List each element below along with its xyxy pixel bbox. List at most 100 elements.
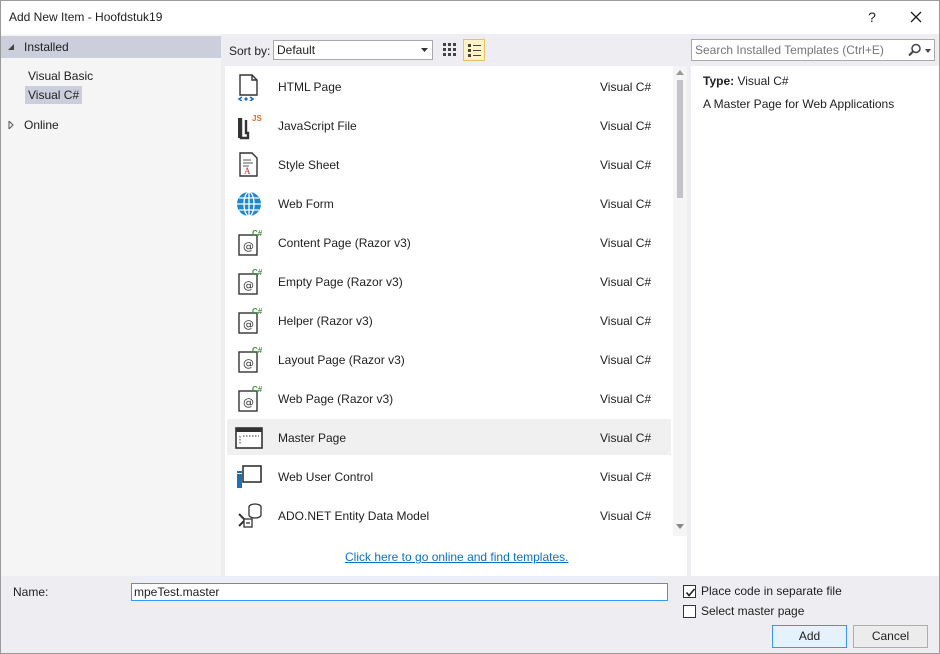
razor-page-icon: @ C#	[235, 307, 263, 335]
template-list-item[interactable]: Web User Control Visual C#	[227, 458, 671, 494]
svg-text:@: @	[243, 318, 254, 331]
tree-item-label: Online	[24, 118, 59, 132]
sort-value: Default	[277, 43, 316, 57]
tree-item-installed[interactable]: Installed	[1, 36, 221, 58]
find-templates-online-link[interactable]: Click here to go online and find templat…	[345, 550, 568, 564]
add-button[interactable]: Add	[772, 625, 847, 648]
place-code-checkbox[interactable]	[683, 585, 696, 598]
razor-page-icon: @ C#	[235, 268, 263, 296]
list-view-icon	[468, 44, 481, 57]
svg-text:@: @	[243, 279, 254, 292]
template-name: Content Page (Razor v3)	[278, 236, 411, 250]
javascript-file-icon: JS	[235, 112, 263, 140]
tree-item-visual-basic[interactable]: Visual Basic	[25, 67, 96, 85]
template-name: Layout Page (Razor v3)	[278, 353, 405, 367]
template-list-item[interactable]: @ C# Content Page (Razor v3) Visual C#	[227, 224, 671, 260]
style-sheet-icon: A	[235, 151, 263, 179]
template-category-tree: Installed Visual Basic Visual C# Online	[1, 34, 221, 576]
svg-text:C#: C#	[252, 346, 263, 355]
tree-item-visual-csharp[interactable]: Visual C#	[25, 86, 83, 104]
template-language: Visual C#	[600, 392, 652, 406]
vertical-scrollbar[interactable]	[673, 66, 687, 536]
template-name: HTML Page	[278, 80, 342, 94]
search-icon[interactable]	[908, 43, 922, 57]
cancel-button[interactable]: Cancel	[853, 625, 928, 648]
user-control-icon	[235, 463, 263, 491]
template-language: Visual C#	[600, 509, 652, 523]
template-language: Visual C#	[600, 431, 652, 445]
template-language: Visual C#	[600, 119, 652, 133]
template-name: ADO.NET Entity Data Model	[278, 509, 430, 523]
razor-page-icon: @ C#	[235, 385, 263, 413]
add-new-item-dialog: Add New Item - Hoofdstuk19 ? Installed V…	[0, 0, 940, 654]
sort-toolbar: Sort by: Default	[221, 34, 686, 66]
svg-text:C#: C#	[252, 307, 263, 316]
place-code-label[interactable]: Place code in separate file	[701, 584, 842, 598]
entity-model-icon	[235, 502, 263, 530]
svg-text:C#: C#	[252, 268, 263, 277]
window-title: Add New Item - Hoofdstuk19	[9, 10, 163, 24]
collapsed-arrow-icon[interactable]	[7, 114, 17, 136]
sort-dropdown[interactable]: Default	[273, 40, 433, 60]
online-link-area: Click here to go online and find templat…	[225, 536, 687, 576]
template-list-item[interactable]: @ C# Web Page (Razor v3) Visual C#	[227, 380, 671, 416]
select-master-label[interactable]: Select master page	[701, 604, 804, 618]
template-list-item[interactable]: @ C# Layout Page (Razor v3) Visual C#	[227, 341, 671, 377]
expanded-arrow-icon[interactable]	[7, 36, 17, 58]
tree-item-label: Installed	[24, 40, 69, 54]
close-button[interactable]	[901, 5, 931, 29]
template-language: Visual C#	[600, 275, 652, 289]
template-language: Visual C#	[600, 197, 652, 211]
template-list-item[interactable]: @ C# Helper (Razor v3) Visual C#	[227, 302, 671, 338]
search-input[interactable]	[695, 42, 900, 58]
small-icons-view-button[interactable]	[439, 39, 461, 61]
template-name: Web Form	[278, 197, 334, 211]
svg-text:C#: C#	[252, 229, 263, 238]
template-list-item[interactable]: ADO.NET Entity Data Model Visual C#	[227, 497, 671, 533]
razor-page-icon: @ C#	[235, 229, 263, 257]
template-list-item[interactable]: Master Page Visual C#	[227, 419, 671, 455]
template-list-item[interactable]: A Style Sheet Visual C#	[227, 146, 671, 182]
chevron-down-icon[interactable]	[925, 49, 931, 53]
globe-icon	[235, 190, 263, 218]
grid-view-icon	[443, 43, 456, 56]
type-key: Type:	[703, 74, 735, 88]
template-language: Visual C#	[600, 314, 652, 328]
template-name: Helper (Razor v3)	[278, 314, 373, 328]
template-list-item[interactable]: @ C# Empty Page (Razor v3) Visual C#	[227, 263, 671, 299]
list-view-button[interactable]	[463, 39, 485, 61]
razor-page-icon: @ C#	[235, 346, 263, 374]
sort-label: Sort by:	[229, 44, 271, 58]
chevron-down-icon	[421, 48, 428, 52]
title-bar: Add New Item - Hoofdstuk19 ?	[1, 1, 939, 34]
svg-text:JS: JS	[252, 114, 262, 123]
template-details: Type: Visual C# A Master Page for Web Ap…	[691, 66, 939, 576]
help-button[interactable]: ?	[859, 5, 885, 29]
scroll-thumb[interactable]	[677, 80, 683, 198]
template-language: Visual C#	[600, 158, 652, 172]
template-list-item[interactable]: HTML Page Visual C#	[227, 68, 671, 104]
scroll-down-icon[interactable]	[676, 524, 684, 529]
close-icon	[910, 11, 922, 23]
type-row: Type: Visual C#	[703, 74, 789, 88]
template-language: Visual C#	[600, 470, 652, 484]
scroll-up-icon[interactable]	[676, 70, 684, 75]
select-master-checkbox[interactable]	[683, 605, 696, 618]
type-value: Visual C#	[737, 74, 789, 88]
template-name: Master Page	[278, 431, 347, 445]
tree-item-online[interactable]: Online	[1, 114, 221, 136]
checkmark-icon	[685, 588, 696, 597]
svg-text:@: @	[243, 240, 254, 253]
template-name: Web Page (Razor v3)	[278, 392, 394, 406]
html-page-icon	[235, 73, 263, 102]
template-language: Visual C#	[600, 80, 652, 94]
search-box	[691, 39, 935, 61]
template-language: Visual C#	[600, 353, 652, 367]
svg-text:C#: C#	[252, 385, 263, 394]
template-description: A Master Page for Web Applications	[703, 97, 895, 111]
name-input[interactable]	[131, 583, 668, 601]
template-list-item[interactable]: JS JavaScript File Visual C#	[227, 107, 671, 143]
template-list: HTML Page Visual C# JS JavaScript File Visua…	[225, 66, 687, 536]
template-list-item[interactable]: Web Form Visual C#	[227, 185, 671, 221]
svg-text:@: @	[243, 396, 254, 409]
